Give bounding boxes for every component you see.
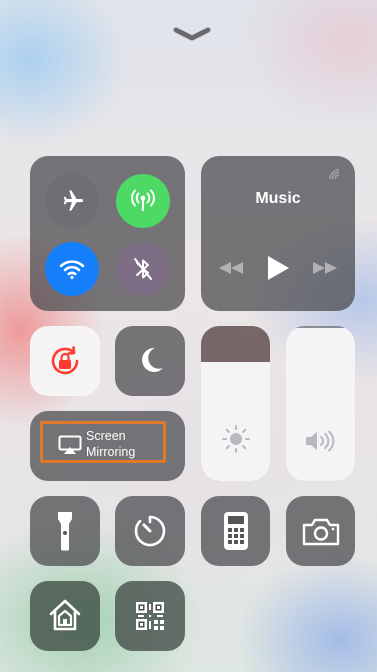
- timer-button[interactable]: [115, 496, 185, 566]
- flashlight-icon: [58, 512, 72, 551]
- timer-icon: [134, 515, 166, 547]
- music-title: Music: [255, 190, 301, 207]
- bluetooth-button[interactable]: [116, 242, 170, 296]
- airplane-icon: [63, 190, 84, 211]
- cellular-data-button[interactable]: [116, 174, 170, 228]
- brightness-slider[interactable]: [201, 326, 270, 481]
- calculator-button[interactable]: [201, 496, 270, 566]
- calculator-icon: [224, 512, 248, 550]
- connectivity-panel: [30, 156, 185, 311]
- airplane-mode-button[interactable]: [45, 174, 99, 228]
- speaker-icon: [306, 430, 335, 452]
- camera-icon: [302, 518, 340, 546]
- screen-mirroring-icon: [58, 435, 82, 454]
- airplay-audio-icon[interactable]: [327, 167, 343, 183]
- screen-mirroring-label: Screen Mirroring: [86, 428, 135, 460]
- home-icon: [49, 599, 81, 631]
- orientation-lock-icon: [51, 346, 79, 375]
- wifi-button[interactable]: [45, 242, 99, 296]
- chevron-down-icon[interactable]: [172, 26, 212, 42]
- flashlight-button[interactable]: [30, 496, 100, 566]
- volume-slider[interactable]: [286, 326, 355, 481]
- qr-scanner-button[interactable]: [115, 581, 185, 651]
- moon-icon: [142, 347, 163, 372]
- bluetooth-icon: [134, 258, 152, 280]
- play-icon[interactable]: [265, 254, 291, 282]
- sun-icon: [222, 425, 250, 453]
- camera-button[interactable]: [286, 496, 355, 566]
- cellular-data-icon: [131, 189, 155, 212]
- fast-forward-icon[interactable]: [311, 260, 339, 276]
- do-not-disturb-button[interactable]: [115, 326, 185, 396]
- brightness-slider-fill: [201, 361, 270, 481]
- wifi-icon: [59, 260, 85, 280]
- volume-slider-fill: [286, 327, 355, 481]
- orientation-lock-button[interactable]: [30, 326, 100, 396]
- screen-mirroring-label-line1: Screen: [86, 429, 126, 443]
- music-panel[interactable]: Music: [201, 156, 355, 311]
- screen-mirroring-button[interactable]: Screen Mirroring: [30, 411, 185, 481]
- screen-mirroring-label-line2: Mirroring: [86, 445, 136, 459]
- home-button[interactable]: [30, 581, 100, 651]
- qr-code-icon: [136, 602, 164, 630]
- rewind-icon[interactable]: [217, 260, 245, 276]
